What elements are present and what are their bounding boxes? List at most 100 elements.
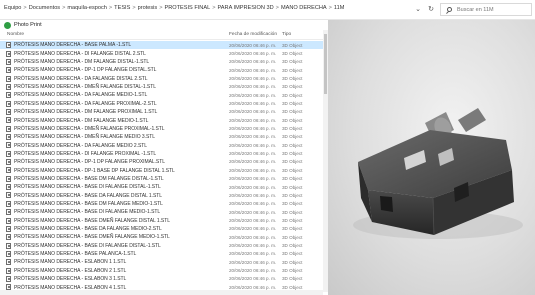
file-row[interactable]: PRÓTESIS MANO DERECHA - BASE DI FALANGE … [0,183,323,191]
file-row[interactable]: PRÓTESIS MANO DERECHA - BASE DA FALANGE … [0,225,323,233]
file-date: 20/06/2020 06:46 p. m. [229,84,277,90]
file-name: PRÓTESIS MANO DERECHA - DM FALANGE MEDIO… [14,117,149,124]
breadcrumb-item[interactable]: Equipo [4,5,21,11]
breadcrumb-item[interactable]: MANO DERECHA [281,5,327,11]
file-date: 20/06/2020 06:46 p. m. [229,167,277,173]
file-row[interactable]: PRÓTESIS MANO DERECHA - ESLABON 1 1.STL 2… [0,258,323,266]
file-row[interactable]: PRÓTESIS MANO DERECHA - BASE DM FALANGE … [0,175,323,183]
file-type: 3D Object [282,192,303,198]
file-row[interactable]: PRÓTESIS MANO DERECHA - BASE DM FALANGE … [0,200,323,208]
stl-file-icon [6,200,11,207]
file-row[interactable]: PRÓTESIS MANO DERECHA - DM FALANGE MEDIO… [0,116,323,124]
file-date: 20/06/2020 06:46 p. m. [229,159,277,165]
file-type: 3D Object [282,92,303,98]
file-row[interactable]: PRÓTESIS MANO DERECHA - BASE DI FALANGE … [0,241,323,249]
file-date: 20/06/2020 06:46 p. m. [229,209,277,215]
stl-file-icon [6,142,11,149]
file-row[interactable]: PRÓTESIS MANO DERECHA - ESLABON 3 1.STL 2… [0,275,323,283]
file-date: 20/06/2020 06:46 p. m. [229,142,277,148]
file-row[interactable]: PRÓTESIS MANO DERECHA - DP-1 DP FALANGE … [0,158,323,166]
file-type: 3D Object [282,268,303,274]
file-date: 20/06/2020 06:46 p. m. [229,134,277,140]
column-date[interactable]: Fecha de modificación [229,32,277,37]
refresh-button[interactable]: ↻ [426,4,436,15]
file-type: 3D Object [282,134,303,140]
horizontal-scrollbar[interactable] [0,290,323,295]
column-name[interactable]: Nombre [7,32,24,37]
stl-file-icon [6,75,11,82]
file-date: 20/06/2020 06:46 p. m. [229,67,277,73]
file-row[interactable]: PRÓTESIS MANO DERECHA - DI FALANGE DISTA… [0,49,323,57]
file-name: PRÓTESIS MANO DERECHA - DA FALANGE MEDIO… [14,92,148,99]
file-type: 3D Object [282,176,303,182]
address-dropdown-button[interactable]: ⌄ [413,4,423,15]
file-row[interactable]: PRÓTESIS MANO DERECHA - DA FALANGE MEDIO… [0,91,323,99]
file-date: 20/06/2020 06:46 p. m. [229,268,277,274]
file-name: PRÓTESIS MANO DERECHA - DA FALANGE MEDIO… [14,142,148,149]
file-name: PRÓTESIS MANO DERECHA - BASE DI FALANGE … [14,184,161,191]
column-header: Nombre Fecha de modificación Tipo [0,30,323,40]
breadcrumb[interactable]: Equipo > Documentos > maquila-espoch > TESIS > p… [4,5,344,11]
stl-file-icon [6,167,11,174]
file-name: PRÓTESIS MANO DERECHA - BASE DA FALANGE … [14,192,162,199]
file-name: PRÓTESIS MANO DERECHA - DA FALANGE DISTA… [14,75,148,82]
file-type: 3D Object [282,59,303,65]
scrollbar-thumb[interactable] [324,34,327,94]
stl-file-icon [6,267,11,274]
file-name: PRÓTESIS MANO DERECHA - BASE DI FALANGE … [14,242,161,249]
file-row[interactable]: PRÓTESIS MANO DERECHA - DA FALANGE PROXI… [0,99,323,107]
file-type: 3D Object [282,234,303,240]
file-type: 3D Object [282,251,303,257]
file-type: 3D Object [282,142,303,148]
breadcrumb-item[interactable]: TESIS [114,5,130,11]
stl-file-icon [6,117,11,124]
file-row[interactable]: PRÓTESIS MANO DERECHA - DMEÑ FALANGE DIS… [0,83,323,91]
stl-file-icon [6,275,11,282]
file-row[interactable]: PRÓTESIS MANO DERECHA - ESLABON 2 1.STL 2… [0,266,323,274]
file-date: 20/06/2020 06:46 p. m. [229,75,277,81]
search-input[interactable]: Buscar en 11M [457,7,494,13]
file-row[interactable]: PRÓTESIS MANO DERECHA - BASE DMEÑ FALANG… [0,216,323,224]
file-date: 20/06/2020 06:46 p. m. [229,50,277,56]
photo-print-button[interactable]: Photo Print [14,22,42,28]
file-name: PRÓTESIS MANO DERECHA - BASE DM FALANGE … [14,201,163,208]
stl-file-icon [6,100,11,107]
file-row[interactable]: PRÓTESIS MANO DERECHA - DMEÑ FALANGE MED… [0,133,323,141]
stl-file-icon [6,209,11,216]
file-row[interactable]: PRÓTESIS MANO DERECHA - BASE DMEÑ FALANG… [0,233,323,241]
file-row[interactable]: PRÓTESIS MANO DERECHA - BASE DI FALANGE … [0,208,323,216]
file-row[interactable]: PRÓTESIS MANO DERECHA - DI FALANGE PROXI… [0,150,323,158]
file-row[interactable]: PRÓTESIS MANO DERECHA - DP-1 DP FALANGE … [0,66,323,74]
file-row[interactable]: PRÓTESIS MANO DERECHA - BASE PALANCA-1.S… [0,250,323,258]
stl-file-icon [6,83,11,90]
file-type: 3D Object [282,242,303,248]
file-type: 3D Object [282,50,303,56]
breadcrumb-item[interactable]: Documentos [29,5,60,11]
file-row[interactable]: PRÓTESIS MANO DERECHA - DP-1 BASE DP FAL… [0,166,323,174]
breadcrumb-item[interactable]: 11M [334,5,344,11]
file-row[interactable]: PRÓTESIS MANO DERECHA - BASE PALMA -1.ST… [0,41,323,50]
breadcrumb-item[interactable]: PROTESIS FINAL [165,5,211,11]
preview-pane [328,20,535,295]
column-type[interactable]: Tipo [282,32,291,37]
file-row[interactable]: PRÓTESIS MANO DERECHA - DM FALANGE PROXI… [0,108,323,116]
file-type: 3D Object [282,126,303,132]
breadcrumb-item[interactable]: PARA IMPRESION 3D [217,5,273,11]
search-box[interactable]: Buscar en 11M [440,3,532,16]
file-row[interactable]: PRÓTESIS MANO DERECHA - BASE DA FALANGE … [0,191,323,199]
file-type: 3D Object [282,201,303,207]
file-name: PRÓTESIS MANO DERECHA - BASE DM FALANGE … [14,175,164,182]
stl-file-icon [6,67,11,74]
file-name: PRÓTESIS MANO DERECHA - BASE DMEÑ FALANG… [14,217,170,224]
file-row[interactable]: PRÓTESIS MANO DERECHA - DA FALANGE MEDIO… [0,141,323,149]
stl-file-icon [6,159,11,166]
file-name: PRÓTESIS MANO DERECHA - DI FALANGE DISTA… [14,50,146,57]
file-row[interactable]: PRÓTESIS MANO DERECHA - DA FALANGE DISTA… [0,74,323,82]
breadcrumb-separator-icon: > [159,5,163,11]
breadcrumb-item[interactable]: protesis [138,5,158,11]
file-name: PRÓTESIS MANO DERECHA - DMEÑ FALANGE DIS… [14,84,156,91]
file-row[interactable]: PRÓTESIS MANO DERECHA - DM FALANGE DISTA… [0,58,323,66]
breadcrumb-item[interactable]: maquila-espoch [67,5,107,11]
photo-print-icon[interactable] [4,22,11,29]
file-row[interactable]: PRÓTESIS MANO DERECHA - DMEÑ FALANGE PRO… [0,125,323,133]
